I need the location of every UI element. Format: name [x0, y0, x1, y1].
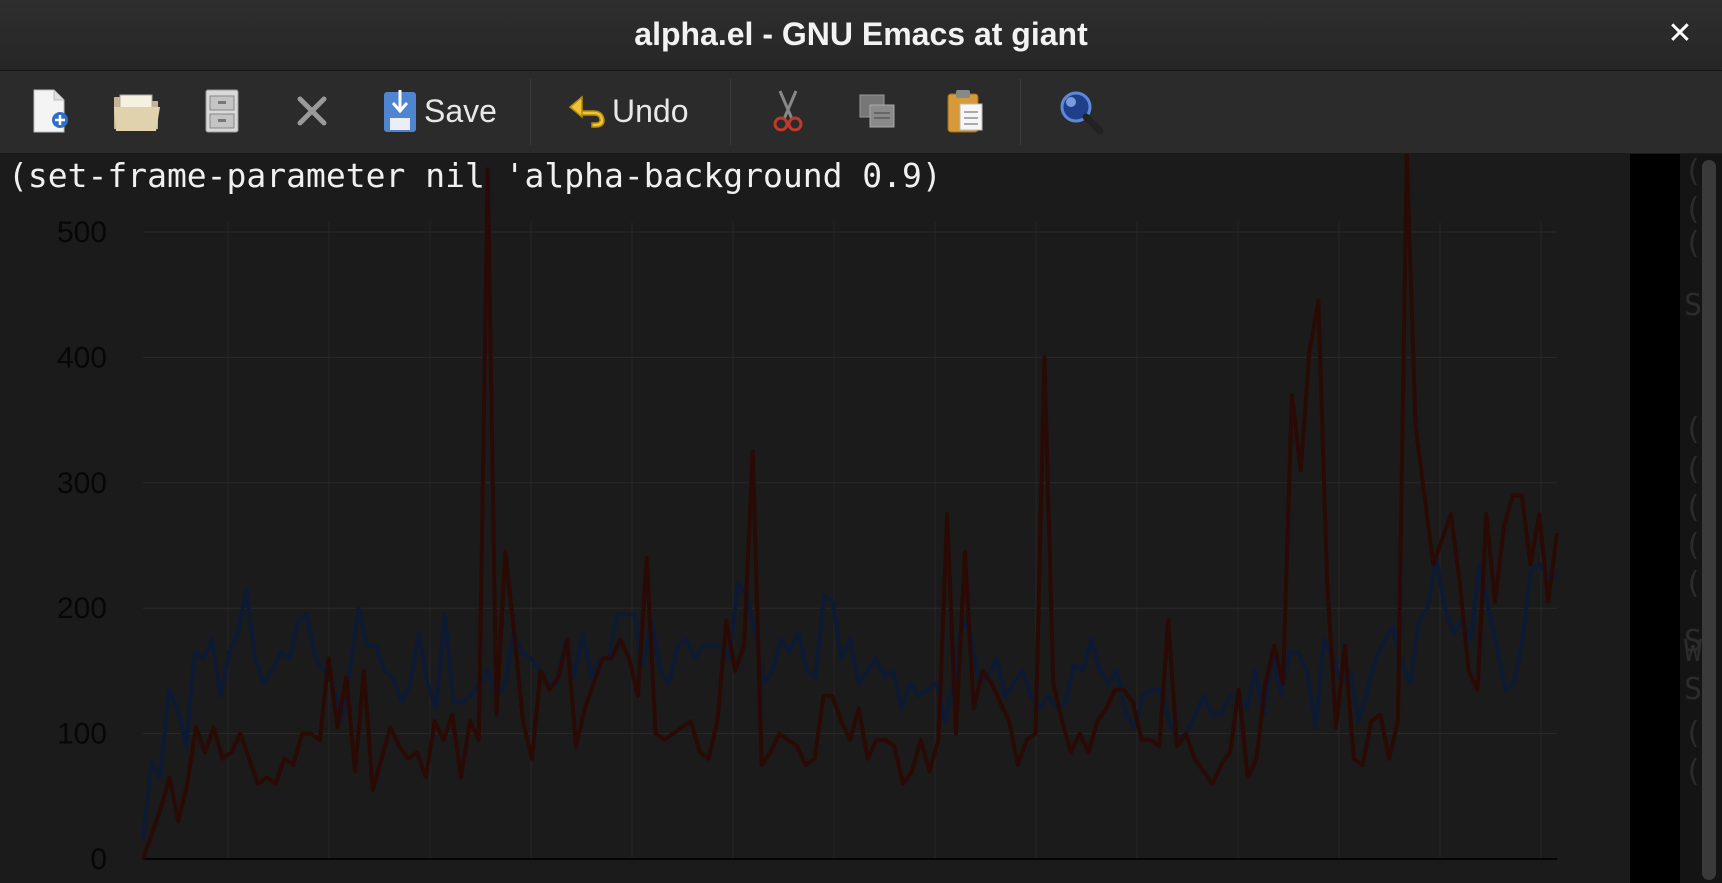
adjacent-window-glyph: ( [1684, 154, 1703, 189]
adjacent-window-glyph: ( [1684, 716, 1703, 751]
title-bar: alpha.el - GNU Emacs at giant ✕ [0, 0, 1722, 71]
adjacent-window-glyph: ( [1684, 452, 1703, 487]
undo-arrow-icon [568, 95, 605, 128]
adjacent-window-glyph: S [1684, 288, 1703, 323]
chart-y-tick-label: 200 [57, 592, 107, 625]
adjacent-window-glyph: S [1684, 672, 1703, 707]
search-button[interactable] [1056, 83, 1104, 139]
cut-button[interactable] [770, 83, 806, 139]
editor-area[interactable]: 0 100 200 300 400 500 (set-frame-parameter ni… [0, 154, 1630, 883]
copy-icon [859, 94, 895, 128]
toolbar: Save Undo [0, 71, 1722, 154]
file-cabinet-icon [205, 89, 239, 133]
toolbar-separator [1020, 79, 1021, 145]
dired-button[interactable] [204, 83, 240, 139]
adjacent-window-glyph: ( [1684, 192, 1703, 227]
scissors-icon [773, 90, 803, 132]
open-folder-icon [114, 94, 160, 131]
vertical-scrollbar[interactable] [1702, 160, 1716, 880]
adjacent-window-glyph: ( [1684, 754, 1703, 789]
paste-button[interactable] [944, 83, 984, 139]
new-file-button[interactable] [30, 83, 70, 139]
paste-icon [947, 90, 983, 133]
save-button[interactable]: Save [382, 83, 497, 139]
background-chart: 0 100 200 300 400 500 [57, 154, 1559, 876]
undo-button[interactable]: Undo [566, 83, 689, 139]
save-icon [384, 90, 416, 132]
adjacent-window-glyph: ( [1684, 566, 1703, 601]
open-file-button[interactable] [112, 83, 162, 139]
chart-y-tick-label: 300 [57, 467, 107, 500]
chart-y-tick-label: 0 [90, 843, 107, 876]
chart-y-tick-label: 400 [57, 341, 107, 374]
adjacent-window-glyph: W [1684, 634, 1703, 669]
code-line[interactable]: (set-frame-parameter nil 'alpha-backgrou… [8, 156, 942, 195]
toolbar-separator [530, 79, 531, 145]
window-divider [1630, 154, 1680, 883]
undo-label: Undo [612, 92, 689, 129]
new-file-icon [33, 89, 68, 133]
copy-button[interactable] [858, 83, 898, 139]
adjacent-window-glyph: ( [1684, 412, 1703, 447]
adjacent-window-glyph: ( [1684, 226, 1703, 261]
search-icon [1060, 91, 1104, 135]
window-title: alpha.el - GNU Emacs at giant [634, 16, 1088, 52]
close-window-button[interactable]: ✕ [1660, 14, 1700, 54]
close-buffer-icon [297, 96, 327, 126]
chart-y-tick-label: 100 [57, 718, 107, 751]
save-label: Save [424, 92, 497, 129]
toolbar-separator [730, 79, 731, 145]
adjacent-window-glyph: ( [1684, 490, 1703, 525]
chart-series-line [141, 556, 1557, 841]
chart-y-tick-label: 500 [57, 216, 107, 249]
kill-buffer-button[interactable] [294, 83, 330, 139]
chart-series-line [141, 154, 1559, 860]
adjacent-window-glyph: ( [1684, 528, 1703, 563]
